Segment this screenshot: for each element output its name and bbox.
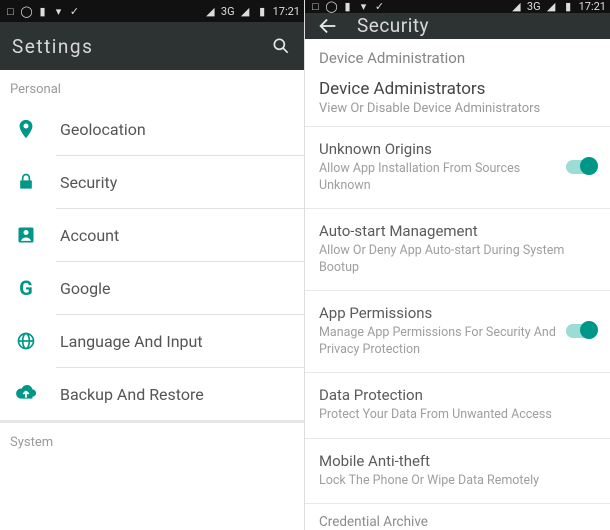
item-label: Geolocation [60,120,146,139]
cloud-upload-icon [14,382,38,406]
item-google[interactable]: G Google [0,262,304,314]
signal-icon: ◢ [239,5,252,18]
item-title: App Permissions [319,304,596,322]
toggle-unknown-origins[interactable] [566,160,596,174]
item-label: Security [60,173,117,192]
item-title: Data Protection [319,386,596,404]
page-title: Security [357,14,429,37]
status-bar: □ ◯ ▮ ▾ ✓ ◢ 3G ◢ ▮ 17:21 [305,0,610,13]
item-label: Account [60,226,119,245]
sim-icon: ▮ [36,5,49,18]
item-account[interactable]: Account [0,209,304,261]
back-icon[interactable] [317,15,339,37]
item-sub: Allow Or Deny App Auto-start During Syst… [319,243,596,276]
page-title: Settings [12,35,93,58]
location-icon [14,117,38,141]
item-sub: Allow App Installation From Sources Unkn… [319,161,596,194]
battery-icon: ▮ [562,0,575,13]
app-header: Settings [0,22,304,70]
item-sub: Manage App Permissions For Security And … [319,325,596,358]
signal-icon: ◢ [204,5,217,18]
sim-icon: ▮ [341,0,354,13]
item-sub: Lock The Phone Or Wipe Data Remotely [319,473,596,489]
etc-icon: □ [4,5,17,18]
etc-icon: □ [309,0,322,13]
network-label: 3G [527,0,541,13]
device-admin-title[interactable]: Device Administrators [305,73,610,99]
item-geolocation[interactable]: Geolocation [0,103,304,155]
lock-icon [14,170,38,194]
check-icon: ✓ [373,0,386,13]
credential-archive-label: Credential Archive [305,504,610,530]
clock-label: 17:21 [273,5,300,18]
network-label: 3G [221,5,235,18]
device-admin-sub: View Or Disable Device Administrators [305,99,610,126]
google-icon: G [14,276,38,300]
toggle-app-permissions[interactable] [566,324,596,338]
whatsapp-icon: ◯ [20,5,33,18]
item-anti-theft[interactable]: Mobile Anti-theft Lock The Phone Or Wipe… [305,438,610,503]
check-icon: ✓ [68,5,81,18]
item-unknown-origins[interactable]: Unknown Origins Allow App Installation F… [305,126,610,208]
clock-label: 17:21 [579,0,606,13]
whatsapp-icon: ◯ [325,0,338,13]
app-header: Security [305,13,610,39]
item-title: Auto-start Management [319,222,596,240]
item-sub: Protect Your Data From Unwanted Access [319,407,596,423]
download-icon: ▾ [52,5,65,18]
item-backup[interactable]: Backup And Restore [0,368,304,420]
item-data-protection[interactable]: Data Protection Protect Your Data From U… [305,372,610,437]
item-autostart[interactable]: Auto-start Management Allow Or Deny App … [305,208,610,290]
section-device-admin: Device Administration [305,39,610,73]
search-icon[interactable] [270,35,292,57]
item-label: Google [60,279,111,298]
signal-icon: ◢ [545,0,558,13]
globe-icon [14,329,38,353]
settings-pane: □ ◯ ▮ ▾ ✓ ◢ 3G ◢ ▮ 17:21 Settings Person… [0,0,305,530]
item-label: Backup And Restore [60,385,204,404]
item-security[interactable]: Security [0,156,304,208]
item-title: Mobile Anti-theft [319,452,596,470]
item-title: Unknown Origins [319,140,596,158]
item-label: Language And Input [60,332,203,351]
section-personal: Personal [0,70,304,103]
account-icon [14,223,38,247]
battery-icon: ▮ [256,5,269,18]
item-language[interactable]: Language And Input [0,315,304,367]
section-system: System [0,423,304,456]
item-app-permissions[interactable]: App Permissions Manage App Permissions F… [305,290,610,372]
status-bar: □ ◯ ▮ ▾ ✓ ◢ 3G ◢ ▮ 17:21 [0,0,304,22]
signal-icon: ◢ [510,0,523,13]
download-icon: ▾ [357,0,370,13]
security-pane: □ ◯ ▮ ▾ ✓ ◢ 3G ◢ ▮ 17:21 Security Device… [305,0,610,530]
